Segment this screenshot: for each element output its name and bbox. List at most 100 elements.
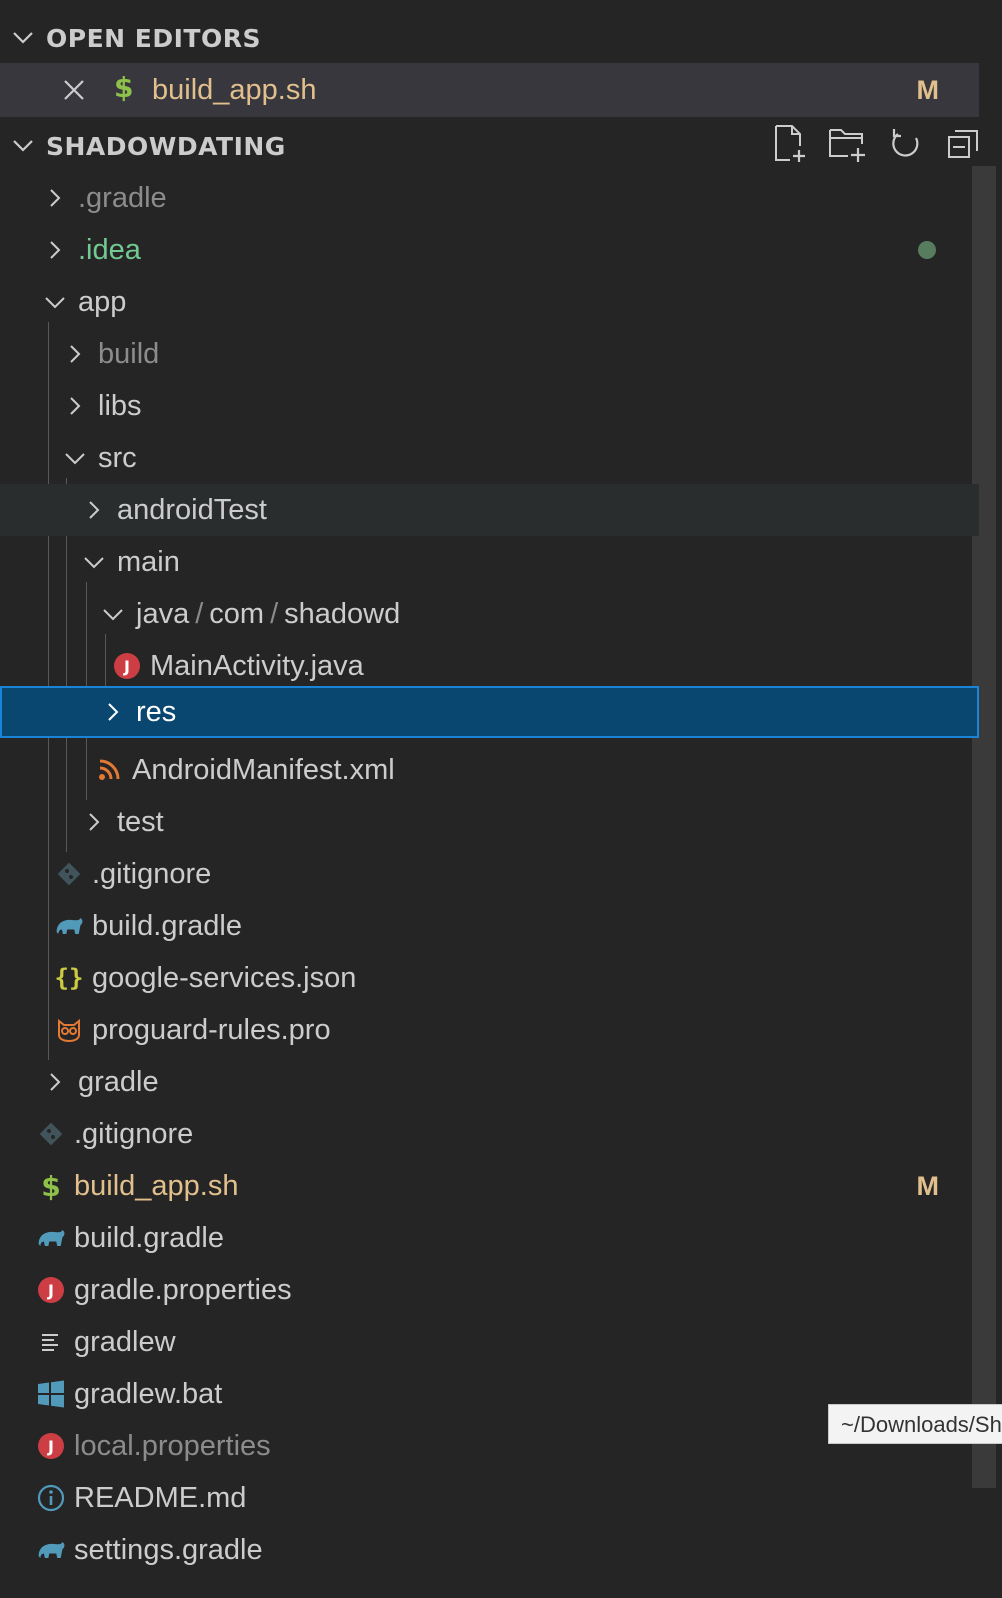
new-file-icon[interactable] [770,122,810,166]
tree-item-label: res [136,696,177,728]
chevron-down-icon [79,536,109,588]
tree-item-androidmanifest-file[interactable]: AndroidManifest.xml [0,744,979,796]
tree-item-build-app-sh-file[interactable]: $ build_app.sh M [0,1160,979,1212]
chevron-down-icon [0,133,46,159]
path-separator: / [195,598,204,630]
tree-item-label: gradle [78,1066,159,1098]
untracked-dot-icon [918,241,936,259]
chevron-down-icon [98,588,128,640]
tree-item-gradle-folder[interactable]: .gradle [0,172,979,224]
tree-item-root-build-gradle-file[interactable]: build.gradle [0,1212,979,1264]
tree-item-main-folder[interactable]: main [0,536,979,588]
info-icon [36,1472,66,1524]
json-braces-icon: {} [54,964,84,992]
new-folder-icon[interactable] [828,122,868,166]
tree-item-label: build_app.sh [74,1170,239,1202]
chevron-right-icon [79,796,109,848]
chevron-down-icon [0,25,46,51]
java-properties-icon: J [36,1264,66,1316]
chevron-down-icon [60,432,90,484]
tree-item-label: README.md [74,1482,247,1514]
tree-item-label: AndroidManifest.xml [132,754,395,786]
refresh-icon[interactable] [886,122,926,166]
modified-badge: M [916,75,940,105]
explorer-root-title: SHADOWDATING [46,131,286,161]
collapse-all-icon[interactable] [944,122,984,166]
rss-xml-icon [94,744,124,796]
tree-item-gitignore-file[interactable]: .gitignore [0,848,979,900]
tree-item-gradlew-file[interactable]: gradlew [0,1316,979,1368]
explorer-root-header[interactable]: SHADOWDATING [0,120,760,172]
tree-item-label: proguard-rules.pro [92,1014,331,1046]
tree-item-label: gradle.properties [74,1274,292,1306]
tree-item-mainactivity-file[interactable]: J MainActivity.java [0,640,979,692]
windows-icon [36,1368,66,1420]
tree-item-label: build.gradle [92,910,242,942]
tree-item-label: gradlew.bat [74,1378,223,1410]
tree-item-build-folder[interactable]: build [0,328,979,380]
tree-item-src-folder[interactable]: src [0,432,979,484]
path-segment: java [136,598,190,630]
chevron-right-icon [79,484,109,536]
tree-item-gradle-folder-2[interactable]: gradle [0,1056,979,1108]
open-editors-header[interactable]: OPEN EDITORS [0,12,261,64]
tree-item-label: .idea [78,234,141,266]
tree-item-label: androidTest [117,494,267,526]
tree-item-label: .gitignore [92,858,212,890]
tree-item-java-package-folder[interactable]: java / com / shadowd [0,588,979,640]
tree-item-root-gitignore-file[interactable]: .gitignore [0,1108,979,1160]
tree-item-proguard-file[interactable]: proguard-rules.pro [0,1004,979,1056]
tree-item-idea-folder[interactable]: .idea [0,224,979,276]
chevron-right-icon [98,686,128,738]
text-lines-icon [36,1316,66,1368]
tree-item-build-gradle-file[interactable]: build.gradle [0,900,979,952]
open-editor-label: build_app.sh [152,74,317,106]
tree-item-settings-gradle-file[interactable]: settings.gradle [0,1524,979,1576]
path-tooltip: ~/Downloads/Sh [828,1404,1002,1444]
chevron-right-icon [60,328,90,380]
path-separator: / [270,598,279,630]
tree-item-app-folder[interactable]: app [0,276,979,328]
shell-script-icon: $ [114,71,134,104]
gradle-elephant-icon [54,900,84,952]
tree-item-label: main [117,546,180,578]
chevron-right-icon [60,380,90,432]
package-path: java / com / shadowd [136,588,400,640]
gradle-elephant-icon [36,1524,66,1576]
tree-item-label: libs [98,390,142,422]
java-file-icon: J [112,640,142,692]
tree-item-label: test [117,806,164,838]
tree-item-label: build.gradle [74,1222,224,1254]
shell-script-icon: $ [41,1169,61,1203]
chevron-right-icon [40,1056,70,1108]
tree-item-androidtest-folder[interactable]: androidTest [0,484,979,536]
open-editors-title: OPEN EDITORS [46,23,261,53]
java-properties-icon: J [36,1420,66,1472]
chevron-down-icon [40,276,70,328]
tree-item-google-services-file[interactable]: {} google-services.json [0,952,979,1004]
modified-badge: M [916,1171,940,1201]
explorer-toolbar [770,122,984,166]
tree-item-res-folder[interactable]: res [0,686,979,738]
tree-item-label: app [78,286,127,318]
chevron-right-icon [40,172,70,224]
tree-item-label: src [98,442,137,474]
tree-item-label: MainActivity.java [150,650,364,682]
owl-icon [54,1004,84,1056]
tree-item-label: local.properties [74,1430,271,1462]
gradle-elephant-icon [36,1212,66,1264]
close-icon[interactable] [60,76,88,104]
tree-item-label: settings.gradle [74,1534,263,1566]
tree-item-libs-folder[interactable]: libs [0,380,979,432]
tree-item-gradle-properties-file[interactable]: J gradle.properties [0,1264,979,1316]
tree-item-test-folder[interactable]: test [0,796,979,848]
git-icon [36,1108,66,1160]
tree-item-readme-file[interactable]: README.md [0,1472,979,1524]
chevron-right-icon [40,224,70,276]
tree-item-label: google-services.json [92,962,357,994]
tree-item-label: .gitignore [74,1118,194,1150]
open-editor-item[interactable]: $ build_app.sh M [0,63,979,117]
tree-item-label: .gradle [78,182,167,214]
git-icon [54,848,84,900]
path-segment: shadowd [284,598,401,630]
